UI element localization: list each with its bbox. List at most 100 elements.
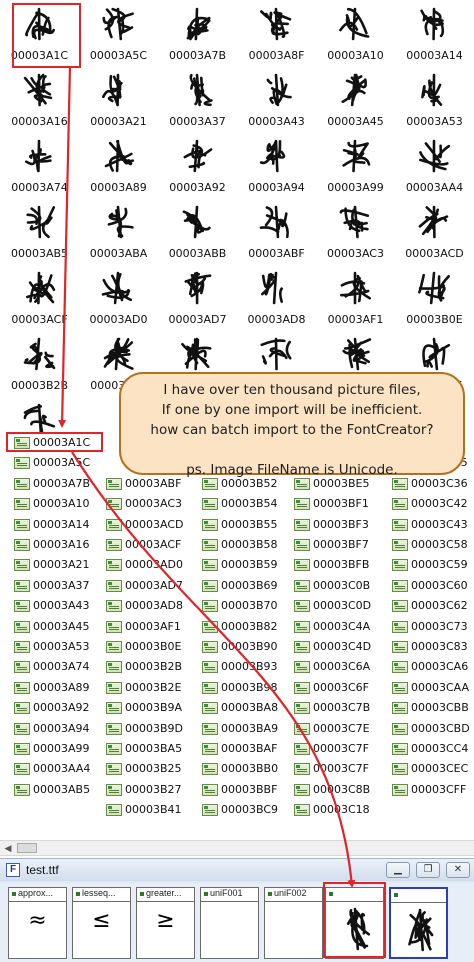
file-list-item[interactable]: 00003C7F — [280, 759, 375, 778]
glyph-image-tile[interactable]: 00003A7B — [158, 0, 237, 66]
font-glyph-cell[interactable]: uniF001 — [200, 887, 259, 959]
file-list-item[interactable]: 00003BF1 — [280, 494, 375, 513]
scroll-left-icon[interactable]: ◀ — [0, 841, 16, 855]
file-list-item[interactable]: 00003CEC — [378, 759, 473, 778]
file-list-item[interactable]: 00003C60 — [378, 576, 473, 595]
font-glyph-cell[interactable]: greater... ≥ — [136, 887, 195, 959]
file-list-item[interactable]: 00003C7F — [280, 739, 375, 758]
font-glyph-cell[interactable]: approx... ≈ — [8, 887, 67, 959]
window-title-bar[interactable]: F test.ttf ▁ ❐ ✕ — [0, 859, 474, 881]
glyph-image-tile[interactable]: 00003A99 — [316, 132, 395, 198]
file-list-item[interactable]: 00003BC9 — [188, 800, 283, 819]
file-list-item[interactable]: 00003A16 — [0, 535, 95, 554]
file-list-item[interactable]: 00003A5C — [0, 453, 95, 472]
glyph-image-tile[interactable]: 00003B0E — [395, 264, 474, 330]
file-list-item[interactable]: 00003B2E — [92, 678, 187, 697]
glyph-image-tile[interactable]: 00003ABF — [237, 198, 316, 264]
glyph-strip[interactable]: approx... ≈ lesseq... ≤ greater... ≥ uniF001 un… — [0, 883, 474, 962]
file-list-item[interactable]: 00003B25 — [92, 759, 187, 778]
file-list-item[interactable]: 00003B58 — [188, 535, 283, 554]
font-window[interactable]: F test.ttf ▁ ❐ ✕ approx... ≈ lesseq... ≤ gre… — [0, 858, 474, 962]
file-list-item[interactable]: 00003C18 — [280, 800, 375, 819]
glyph-image-tile[interactable]: 00003A8F — [237, 0, 316, 66]
glyph-image-tile[interactable]: 00003AB5 — [0, 198, 79, 264]
glyph-image-tile[interactable]: 00003AD8 — [237, 264, 316, 330]
glyph-image-tile[interactable]: 00003A16 — [0, 66, 79, 132]
font-glyph-cell[interactable]: uniF002 — [264, 887, 323, 959]
file-list-item[interactable]: 00003A89 — [0, 678, 95, 697]
glyph-image-tile[interactable]: 00003A92 — [158, 132, 237, 198]
file-list-item[interactable]: 00003B70 — [188, 596, 283, 615]
file-list-item[interactable]: 00003B93 — [188, 657, 283, 676]
restore-button[interactable]: ❐ — [416, 862, 440, 878]
file-list-item[interactable]: 00003C0B — [280, 576, 375, 595]
glyph-image-tile[interactable]: 00003AA4 — [395, 132, 474, 198]
file-list-item[interactable]: 00003B82 — [188, 617, 283, 636]
glyph-image-tile[interactable]: 00003A94 — [237, 132, 316, 198]
file-list-item[interactable]: 00003C73 — [378, 617, 473, 636]
file-list-item[interactable]: 00003B2B — [92, 657, 187, 676]
file-list-item[interactable]: 00003B27 — [92, 780, 187, 799]
file-list-item[interactable]: 00003C83 — [378, 637, 473, 656]
file-list-item[interactable]: 00003C6A — [280, 657, 375, 676]
file-list-item[interactable]: 00003C0D — [280, 596, 375, 615]
file-list-item[interactable]: 00003A7B — [0, 474, 95, 493]
file-list-item[interactable]: 00003AD7 — [92, 576, 187, 595]
file-list-item[interactable]: 00003C8B — [280, 780, 375, 799]
glyph-image-tile[interactable]: 00003AD0 — [79, 264, 158, 330]
font-glyph-cell[interactable] — [389, 887, 448, 959]
file-list-item[interactable]: 00003A37 — [0, 576, 95, 595]
file-list-item[interactable]: 00003CBD — [378, 719, 473, 738]
glyph-image-tile[interactable]: 00003A5C — [79, 0, 158, 66]
file-list-item[interactable]: 00003C58 — [378, 535, 473, 554]
file-list-item[interactable]: 00003C43 — [378, 515, 473, 534]
glyph-image-tile[interactable]: 00003ABB — [158, 198, 237, 264]
file-list-item[interactable]: 00003C7B — [280, 698, 375, 717]
file-list-item[interactable]: 00003C7E — [280, 719, 375, 738]
file-list-item[interactable]: 00003BAF — [188, 739, 283, 758]
scroll-thumb[interactable] — [17, 843, 37, 853]
file-list-item[interactable]: 00003B54 — [188, 494, 283, 513]
file-list-item[interactable]: 00003A14 — [0, 515, 95, 534]
file-list-item[interactable]: 00003BF3 — [280, 515, 375, 534]
file-list-item[interactable]: 00003AA4 — [0, 759, 95, 778]
file-list-item[interactable]: 00003BA9 — [188, 719, 283, 738]
file-list-item[interactable]: 00003A74 — [0, 657, 95, 676]
file-list-item[interactable]: 00003A43 — [0, 596, 95, 615]
file-list-item[interactable]: 00003BB0 — [188, 759, 283, 778]
file-list-item[interactable]: 00003ACD — [92, 515, 187, 534]
minimize-button[interactable]: ▁ — [386, 862, 410, 878]
file-list-item[interactable]: 00003B0E — [92, 637, 187, 656]
file-list-item[interactable]: 00003BFB — [280, 555, 375, 574]
glyph-image-tile[interactable]: 00003A14 — [395, 0, 474, 66]
file-list-item[interactable]: 00003A53 — [0, 637, 95, 656]
glyph-image-tile[interactable]: 00003A37 — [158, 66, 237, 132]
glyph-image-tile[interactable]: 00003ACF — [0, 264, 79, 330]
glyph-image-tile[interactable]: 00003A1C — [0, 396, 79, 432]
file-list-item[interactable]: 00003A94 — [0, 719, 95, 738]
file-list-item[interactable]: 00003BA5 — [92, 739, 187, 758]
file-list-item[interactable]: 00003CFF — [378, 780, 473, 799]
file-list-item[interactable]: 00003B59 — [188, 555, 283, 574]
file-list-item[interactable]: 00003B69 — [188, 576, 283, 595]
glyph-image-tile[interactable]: 00003AD7 — [158, 264, 237, 330]
file-list-item[interactable]: 00003ACF — [92, 535, 187, 554]
file-list-item[interactable]: 00003C6F — [280, 678, 375, 697]
close-button[interactable]: ✕ — [446, 862, 470, 878]
file-list[interactable]: 00003A1C 00003A5C 00003A7B 00003A10 00003A14… — [0, 432, 474, 840]
font-glyph-cell[interactable]: lesseq... ≤ — [72, 887, 131, 959]
glyph-image-tile[interactable]: 00003A53 — [395, 66, 474, 132]
file-list-item[interactable]: 00003C4D — [280, 637, 375, 656]
glyph-image-tile[interactable]: 00003A74 — [0, 132, 79, 198]
glyph-image-tile[interactable]: 00003B2B — [0, 330, 79, 396]
file-list-item[interactable]: 00003A45 — [0, 617, 95, 636]
file-list-item[interactable]: 00003AC3 — [92, 494, 187, 513]
file-list-item[interactable]: 00003CC4 — [378, 739, 473, 758]
glyph-image-tile[interactable]: 00003ACD — [395, 198, 474, 264]
file-list-item[interactable]: 00003A92 — [0, 698, 95, 717]
file-list-item[interactable]: 00003CAA — [378, 678, 473, 697]
glyph-image-tile[interactable]: 00003ABA — [79, 198, 158, 264]
file-list-item[interactable]: 00003AB5 — [0, 780, 95, 799]
glyph-image-tile[interactable]: 00003A10 — [316, 0, 395, 66]
file-list-item[interactable]: 00003A10 — [0, 494, 95, 513]
